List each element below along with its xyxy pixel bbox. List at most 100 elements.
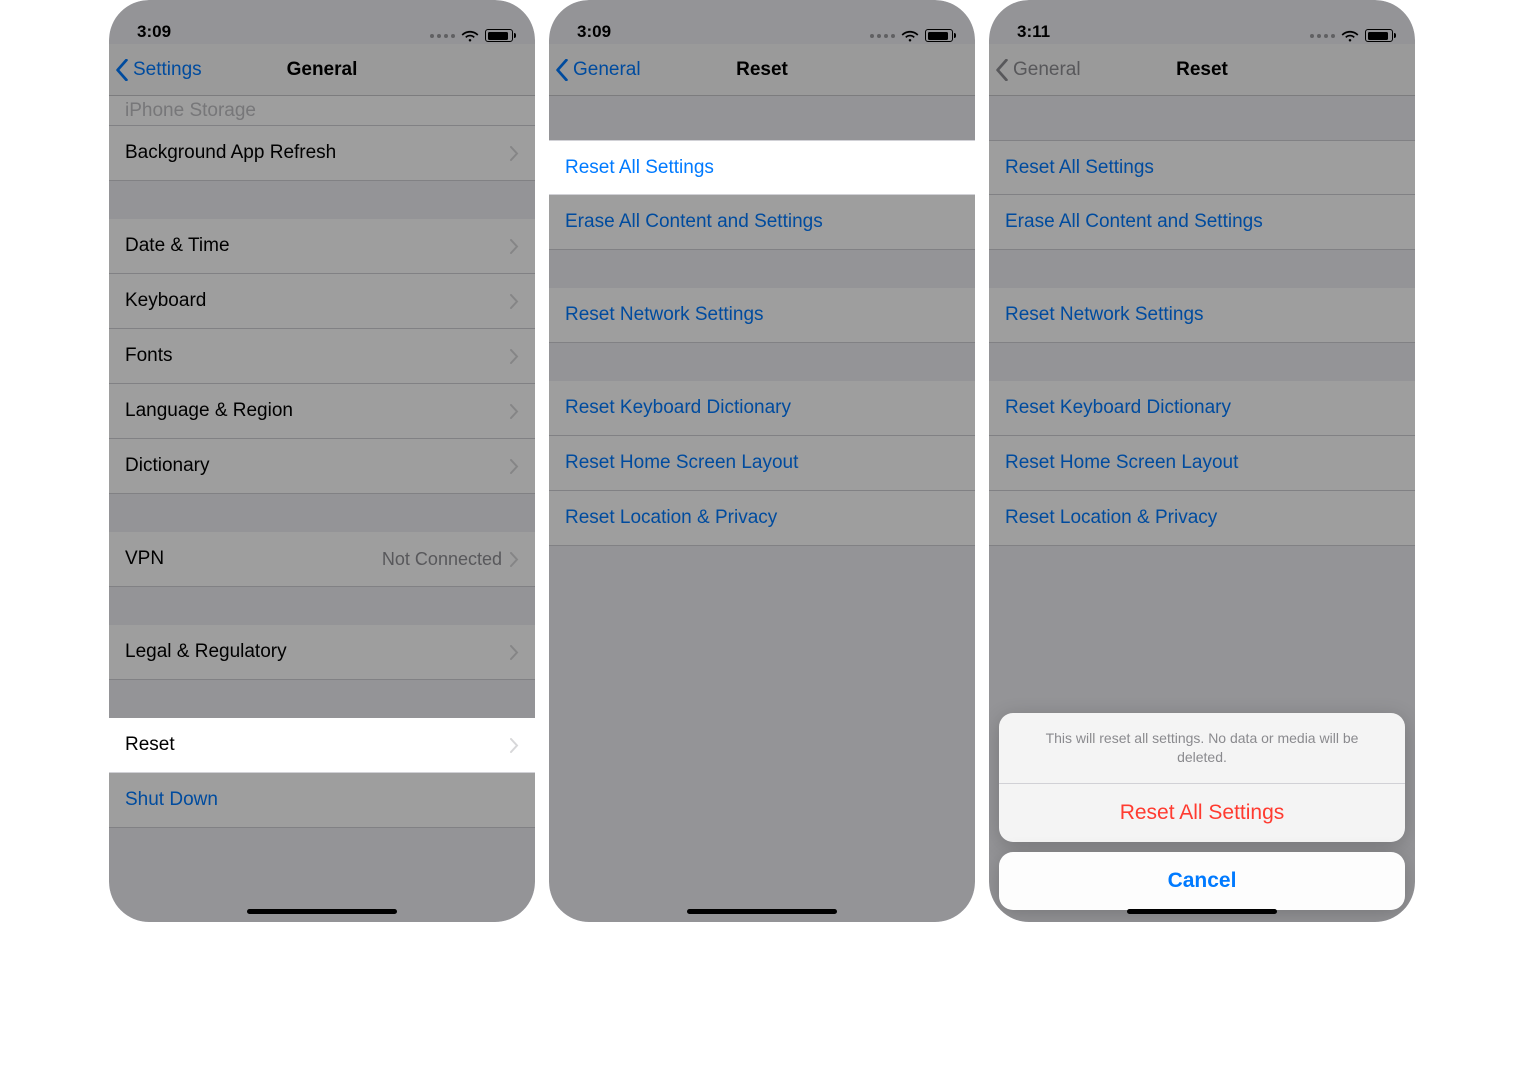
status-bar: 3:09 <box>109 0 535 44</box>
row-erase-all-content[interactable]: Erase All Content and Settings <box>549 195 975 250</box>
chevron-right-icon <box>510 349 519 364</box>
row-label: Reset Network Settings <box>565 304 764 326</box>
row-label: Reset Home Screen Layout <box>565 452 798 474</box>
row-dictionary[interactable]: Dictionary <box>109 439 535 494</box>
row-label: Dictionary <box>125 455 209 477</box>
row-fonts[interactable]: Fonts <box>109 329 535 384</box>
row-reset-network[interactable]: Reset Network Settings <box>549 288 975 343</box>
row-label: Reset Location & Privacy <box>565 507 777 529</box>
row-reset-keyboard-dict: Reset Keyboard Dictionary <box>989 381 1415 436</box>
row-label: Reset Location & Privacy <box>1005 507 1217 529</box>
chevron-left-icon <box>115 59 129 81</box>
row-label: Erase All Content and Settings <box>1005 211 1263 233</box>
cellular-icon <box>430 34 455 38</box>
status-bar: 3:09 <box>549 0 975 44</box>
status-bar: 3:11 <box>989 0 1415 44</box>
chevron-right-icon <box>510 552 519 567</box>
action-sheet-card: This will reset all settings. No data or… <box>999 713 1405 842</box>
action-sheet: This will reset all settings. No data or… <box>999 713 1405 910</box>
chevron-right-icon <box>510 459 519 474</box>
row-legal-regulatory[interactable]: Legal & Regulatory <box>109 625 535 680</box>
row-label: Reset All Settings <box>1005 157 1154 179</box>
row-erase-all-content: Erase All Content and Settings <box>989 195 1415 250</box>
back-label: General <box>573 59 641 81</box>
action-sheet-reset-button[interactable]: Reset All Settings <box>999 784 1405 842</box>
cellular-icon <box>870 34 895 38</box>
nav-bar: Settings General <box>109 44 535 96</box>
status-time: 3:09 <box>137 22 171 42</box>
back-button[interactable]: Settings <box>115 59 202 81</box>
row-shut-down[interactable]: Shut Down <box>109 773 535 828</box>
battery-icon <box>485 29 513 42</box>
row-reset-network: Reset Network Settings <box>989 288 1415 343</box>
screenshot-reset-confirm: 3:11 General Reset Reset All Settings Er… <box>989 0 1415 922</box>
row-label: Reset All Settings <box>565 157 714 179</box>
chevron-right-icon <box>510 294 519 309</box>
wifi-icon <box>461 30 479 42</box>
row-reset-location-privacy[interactable]: Reset Location & Privacy <box>549 491 975 546</box>
screenshot-reset: 3:09 General Reset Reset All Settings Er… <box>549 0 975 922</box>
cellular-icon <box>1310 34 1335 38</box>
three-screenshots: 3:09 Settings General iPhone Storage Bac… <box>0 0 1524 1078</box>
row-reset-home-layout: Reset Home Screen Layout <box>989 436 1415 491</box>
nav-title: General <box>287 59 358 81</box>
row-reset[interactable]: Reset <box>109 718 535 773</box>
row-reset-keyboard-dict[interactable]: Reset Keyboard Dictionary <box>549 381 975 436</box>
reset-content: Reset All Settings Erase All Content and… <box>549 96 975 922</box>
action-sheet-cancel-button[interactable]: Cancel <box>999 852 1405 910</box>
battery-icon <box>1365 29 1393 42</box>
row-label: VPN <box>125 548 164 570</box>
nav-bar: General Reset <box>989 44 1415 96</box>
back-label: Settings <box>133 59 202 81</box>
back-label: General <box>1013 59 1081 81</box>
chevron-right-icon <box>510 239 519 254</box>
status-right <box>430 29 513 42</box>
row-label: Reset Keyboard Dictionary <box>565 397 791 419</box>
screenshot-general: 3:09 Settings General iPhone Storage Bac… <box>109 0 535 922</box>
row-reset-home-layout[interactable]: Reset Home Screen Layout <box>549 436 975 491</box>
row-label: Shut Down <box>125 789 218 811</box>
status-right <box>1310 29 1393 42</box>
home-indicator[interactable] <box>247 909 397 914</box>
row-label: Reset <box>125 734 175 756</box>
row-language-region[interactable]: Language & Region <box>109 384 535 439</box>
chevron-right-icon <box>510 404 519 419</box>
wifi-icon <box>901 30 919 42</box>
back-button: General <box>995 59 1081 81</box>
row-label: Date & Time <box>125 235 230 257</box>
row-label: Language & Region <box>125 400 293 422</box>
nav-title: Reset <box>736 59 788 81</box>
row-date-time[interactable]: Date & Time <box>109 219 535 274</box>
row-keyboard[interactable]: Keyboard <box>109 274 535 329</box>
row-vpn[interactable]: VPN Not Connected <box>109 532 535 587</box>
battery-icon <box>925 29 953 42</box>
home-indicator[interactable] <box>1127 909 1277 914</box>
row-reset-all-settings: Reset All Settings <box>989 140 1415 195</box>
row-reset-all-settings[interactable]: Reset All Settings <box>549 140 975 195</box>
row-label: Reset Network Settings <box>1005 304 1204 326</box>
row-label: Background App Refresh <box>125 142 336 164</box>
chevron-left-icon <box>995 59 1009 81</box>
wifi-icon <box>1341 30 1359 42</box>
status-time: 3:11 <box>1017 22 1050 42</box>
row-label: Legal & Regulatory <box>125 641 287 663</box>
row-label: Reset Home Screen Layout <box>1005 452 1238 474</box>
nav-bar: General Reset <box>549 44 975 96</box>
row-label: Reset Keyboard Dictionary <box>1005 397 1231 419</box>
chevron-right-icon <box>510 146 519 161</box>
row-label: Erase All Content and Settings <box>565 211 823 233</box>
chevron-left-icon <box>555 59 569 81</box>
back-button[interactable]: General <box>555 59 641 81</box>
status-time: 3:09 <box>577 22 611 42</box>
chevron-right-icon <box>510 738 519 753</box>
nav-title: Reset <box>1176 59 1228 81</box>
row-label: Keyboard <box>125 290 206 312</box>
row-value: Not Connected <box>382 549 502 570</box>
general-content: iPhone Storage Background App Refresh Da… <box>109 96 535 922</box>
row-iphone-storage-partial[interactable]: iPhone Storage <box>109 96 535 126</box>
action-sheet-message: This will reset all settings. No data or… <box>999 713 1405 784</box>
home-indicator[interactable] <box>687 909 837 914</box>
row-background-app-refresh[interactable]: Background App Refresh <box>109 126 535 181</box>
status-right <box>870 29 953 42</box>
chevron-right-icon <box>510 645 519 660</box>
